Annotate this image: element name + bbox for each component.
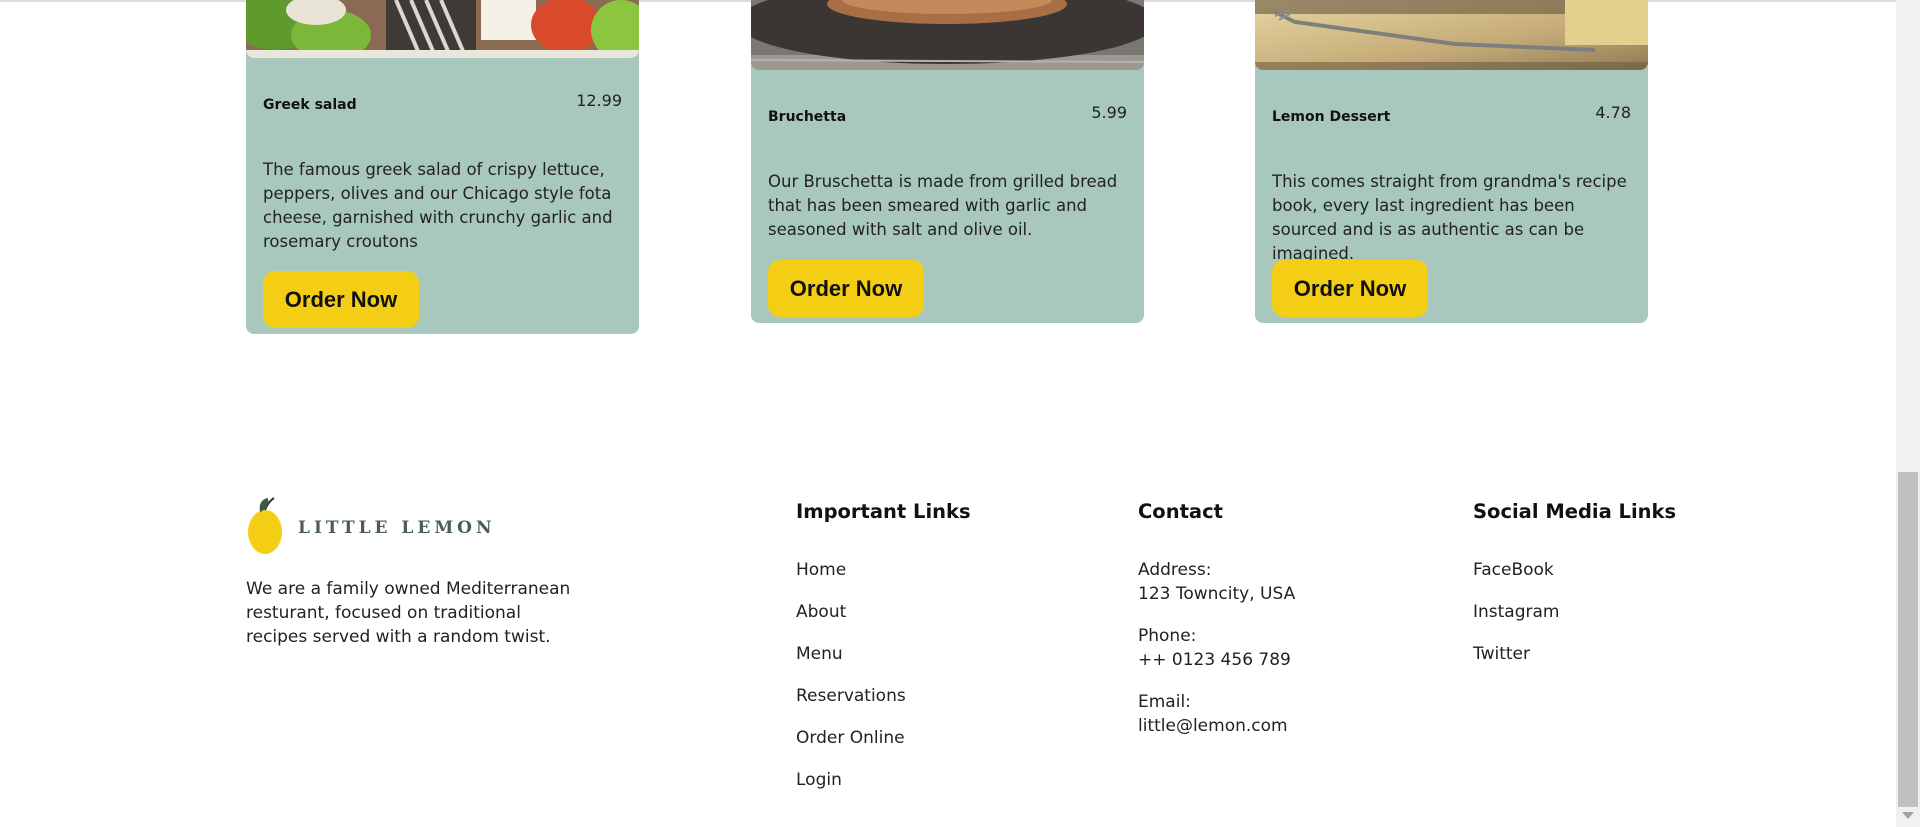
phone-value: ++ 0123 456 789 (1138, 650, 1291, 670)
contact-column: Contact Address: 123 Towncity, USA Phone… (1138, 500, 1295, 736)
card-description: Our Bruschetta is made from grilled brea… (768, 172, 1118, 239)
card-description: This comes straight from grandma's recip… (1272, 172, 1627, 263)
important-links-heading: Important Links (796, 500, 971, 523)
lemon-dessert-image (1255, 0, 1648, 70)
footer-link-reservations[interactable]: Reservations (796, 686, 906, 706)
important-links-column: Important Links Home About Menu Reservat… (796, 500, 971, 790)
menu-card-lemon-dessert: Lemon Dessert 4.78 This comes straight f… (1255, 0, 1648, 323)
footer-link-login[interactable]: Login (796, 770, 842, 790)
email-value: little@lemon.com (1138, 716, 1288, 736)
little-lemon-logo[interactable]: LITTLE LEMON (246, 494, 496, 556)
order-now-button[interactable]: Order Now (1272, 260, 1428, 317)
scroll-down-arrow-icon[interactable] (1902, 812, 1914, 819)
social-link-instagram[interactable]: Instagram (1473, 602, 1560, 622)
email-label: Email: (1138, 692, 1191, 712)
menu-card-greek-salad: Greek salad 12.99 The famous greek salad… (246, 0, 639, 334)
vertical-scrollbar-thumb[interactable] (1898, 472, 1918, 807)
lemon-icon (248, 497, 282, 554)
footer-link-about[interactable]: About (796, 602, 846, 622)
greek-salad-image (246, 0, 639, 58)
contact-address: Address: 123 Towncity, USA (1138, 558, 1295, 606)
card-price: 12.99 (576, 91, 622, 110)
card-title: Lemon Dessert (1272, 109, 1391, 125)
phone-label: Phone: (1138, 626, 1197, 646)
order-now-button[interactable]: Order Now (263, 271, 419, 328)
social-links-heading: Social Media Links (1473, 500, 1677, 523)
order-now-button[interactable]: Order Now (768, 260, 924, 317)
card-price: 5.99 (1091, 103, 1127, 122)
bruchetta-image (751, 0, 1144, 70)
footer-link-menu[interactable]: Menu (796, 644, 843, 664)
footer-about-text: We are a family owned Mediterranean rest… (246, 579, 571, 647)
card-description: The famous greek salad of crispy lettuce… (263, 160, 613, 251)
social-link-twitter[interactable]: Twitter (1473, 644, 1530, 664)
card-price: 4.78 (1595, 103, 1631, 122)
logo-text: LITTLE LEMON (298, 518, 496, 538)
menu-card-bruchetta: Bruchetta 5.99 Our Bruschetta is made fr… (751, 0, 1144, 323)
footer-link-home[interactable]: Home (796, 560, 846, 580)
footer-link-order-online[interactable]: Order Online (796, 728, 905, 748)
card-title: Bruchetta (768, 109, 847, 125)
social-link-facebook[interactable]: FaceBook (1473, 560, 1554, 580)
address-value: 123 Towncity, USA (1138, 584, 1296, 604)
contact-phone: Phone: ++ 0123 456 789 (1138, 624, 1291, 672)
social-links-column: Social Media Links FaceBook Instagram Tw… (1473, 500, 1677, 664)
contact-email: Email: little@lemon.com (1138, 690, 1288, 738)
address-label: Address: (1138, 560, 1212, 580)
contact-heading: Contact (1138, 500, 1223, 523)
card-title: Greek salad (263, 97, 357, 113)
